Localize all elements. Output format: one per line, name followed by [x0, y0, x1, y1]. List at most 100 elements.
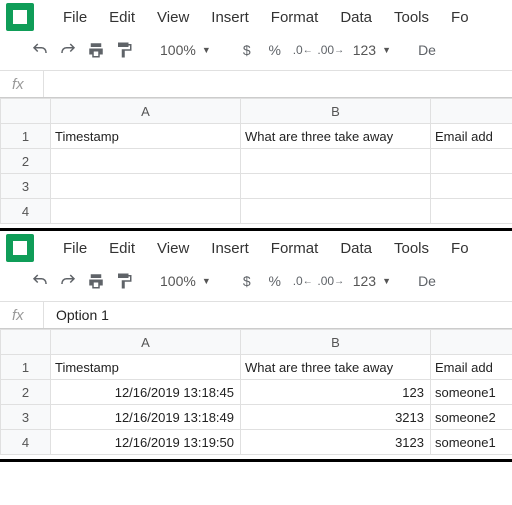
cell[interactable]: someone1 — [431, 380, 512, 405]
table-row: 3 — [1, 174, 512, 199]
numfmt-value: 123 — [353, 42, 376, 58]
decrease-decimal-icon[interactable]: .0← — [291, 269, 315, 293]
caret-down-icon: ▼ — [382, 276, 391, 286]
redo-icon[interactable] — [56, 38, 80, 62]
row-header[interactable]: 4 — [1, 430, 51, 455]
font-dropdown[interactable]: De — [415, 269, 439, 293]
column-header-row: A B — [1, 330, 512, 355]
caret-down-icon: ▼ — [202, 276, 211, 286]
menu-bar: File Edit View Insert Format Data Tools … — [52, 236, 480, 261]
menu-data[interactable]: Data — [329, 236, 383, 261]
menu-tools[interactable]: Tools — [383, 5, 440, 30]
table-row: 2 12/16/2019 13:18:45 123 someone1 — [1, 380, 512, 405]
number-format-dropdown[interactable]: 123 ▼ — [347, 273, 397, 289]
print-icon[interactable] — [84, 269, 108, 293]
cell[interactable] — [51, 199, 241, 224]
menu-insert[interactable]: Insert — [200, 236, 260, 261]
spreadsheet-top: File Edit View Insert Format Data Tools … — [0, 0, 512, 231]
menu-bar: File Edit View Insert Format Data Tools … — [52, 5, 480, 30]
cell[interactable]: What are three take away — [241, 355, 431, 380]
undo-icon[interactable] — [28, 269, 52, 293]
fx-icon: fx — [0, 302, 44, 328]
cell[interactable]: Timestamp — [51, 355, 241, 380]
increase-decimal-icon[interactable]: .00→ — [319, 38, 343, 62]
zoom-dropdown[interactable]: 100% ▼ — [154, 273, 217, 289]
cell[interactable]: 123 — [241, 380, 431, 405]
undo-icon[interactable] — [28, 38, 52, 62]
zoom-value: 100% — [160, 273, 196, 289]
menu-file[interactable]: File — [52, 5, 98, 30]
col-header-a[interactable]: A — [51, 99, 241, 124]
redo-icon[interactable] — [56, 269, 80, 293]
col-header-b[interactable]: B — [241, 99, 431, 124]
cell[interactable]: Timestamp — [51, 124, 241, 149]
row-header[interactable]: 2 — [1, 380, 51, 405]
zoom-dropdown[interactable]: 100% ▼ — [154, 42, 217, 58]
row-header[interactable]: 4 — [1, 199, 51, 224]
corner-cell[interactable] — [1, 330, 51, 355]
percent-button[interactable]: % — [263, 38, 287, 62]
toolbar: 100% ▼ $ % .0← .00→ 123 ▼ De — [0, 30, 512, 70]
table-row: 3 12/16/2019 13:18:49 3213 someone2 — [1, 405, 512, 430]
percent-button[interactable]: % — [263, 269, 287, 293]
numfmt-value: 123 — [353, 273, 376, 289]
menu-edit[interactable]: Edit — [98, 236, 146, 261]
number-format-dropdown[interactable]: 123 ▼ — [347, 42, 397, 58]
menu-format[interactable]: Format — [260, 236, 330, 261]
menu-view[interactable]: View — [146, 5, 200, 30]
currency-button[interactable]: $ — [235, 38, 259, 62]
table-row: 4 12/16/2019 13:19:50 3123 someone1 — [1, 430, 512, 455]
cell[interactable]: someone2 — [431, 405, 512, 430]
menu-data[interactable]: Data — [329, 5, 383, 30]
menu-view[interactable]: View — [146, 236, 200, 261]
menu-tools[interactable]: Tools — [383, 236, 440, 261]
cell[interactable] — [431, 174, 512, 199]
cell[interactable] — [241, 149, 431, 174]
menu-format[interactable]: Format — [260, 5, 330, 30]
cell[interactable] — [431, 199, 512, 224]
row-header[interactable]: 3 — [1, 174, 51, 199]
col-header-c[interactable] — [431, 330, 512, 355]
cell[interactable] — [241, 199, 431, 224]
menu-more[interactable]: Fo — [440, 5, 480, 30]
cell[interactable]: Email add — [431, 355, 512, 380]
formula-input[interactable]: Option 1 — [44, 307, 512, 323]
menu-file[interactable]: File — [52, 236, 98, 261]
titlebar: File Edit View Insert Format Data Tools … — [0, 0, 512, 30]
col-header-a[interactable]: A — [51, 330, 241, 355]
menu-more[interactable]: Fo — [440, 236, 480, 261]
spreadsheet-bottom: File Edit View Insert Format Data Tools … — [0, 231, 512, 462]
toolbar: 100% ▼ $ % .0← .00→ 123 ▼ De — [0, 261, 512, 301]
decrease-decimal-icon[interactable]: .0← — [291, 38, 315, 62]
zoom-value: 100% — [160, 42, 196, 58]
currency-button[interactable]: $ — [235, 269, 259, 293]
row-header[interactable]: 2 — [1, 149, 51, 174]
cell[interactable]: Email add — [431, 124, 512, 149]
corner-cell[interactable] — [1, 99, 51, 124]
caret-down-icon: ▼ — [382, 45, 391, 55]
row-header[interactable]: 3 — [1, 405, 51, 430]
cell[interactable]: 12/16/2019 13:19:50 — [51, 430, 241, 455]
cell[interactable]: 12/16/2019 13:18:49 — [51, 405, 241, 430]
cell[interactable]: 3213 — [241, 405, 431, 430]
row-header[interactable]: 1 — [1, 124, 51, 149]
col-header-c[interactable] — [431, 99, 512, 124]
paint-format-icon[interactable] — [112, 269, 136, 293]
cell[interactable] — [51, 149, 241, 174]
menu-edit[interactable]: Edit — [98, 5, 146, 30]
cell[interactable] — [431, 149, 512, 174]
menu-insert[interactable]: Insert — [200, 5, 260, 30]
print-icon[interactable] — [84, 38, 108, 62]
cell[interactable]: What are three take away — [241, 124, 431, 149]
formula-bar: fx — [0, 70, 512, 98]
cell[interactable] — [241, 174, 431, 199]
paint-format-icon[interactable] — [112, 38, 136, 62]
col-header-b[interactable]: B — [241, 330, 431, 355]
font-dropdown[interactable]: De — [415, 38, 439, 62]
increase-decimal-icon[interactable]: .00→ — [319, 269, 343, 293]
cell[interactable]: someone1 — [431, 430, 512, 455]
cell[interactable] — [51, 174, 241, 199]
cell[interactable]: 12/16/2019 13:18:45 — [51, 380, 241, 405]
cell[interactable]: 3123 — [241, 430, 431, 455]
row-header[interactable]: 1 — [1, 355, 51, 380]
